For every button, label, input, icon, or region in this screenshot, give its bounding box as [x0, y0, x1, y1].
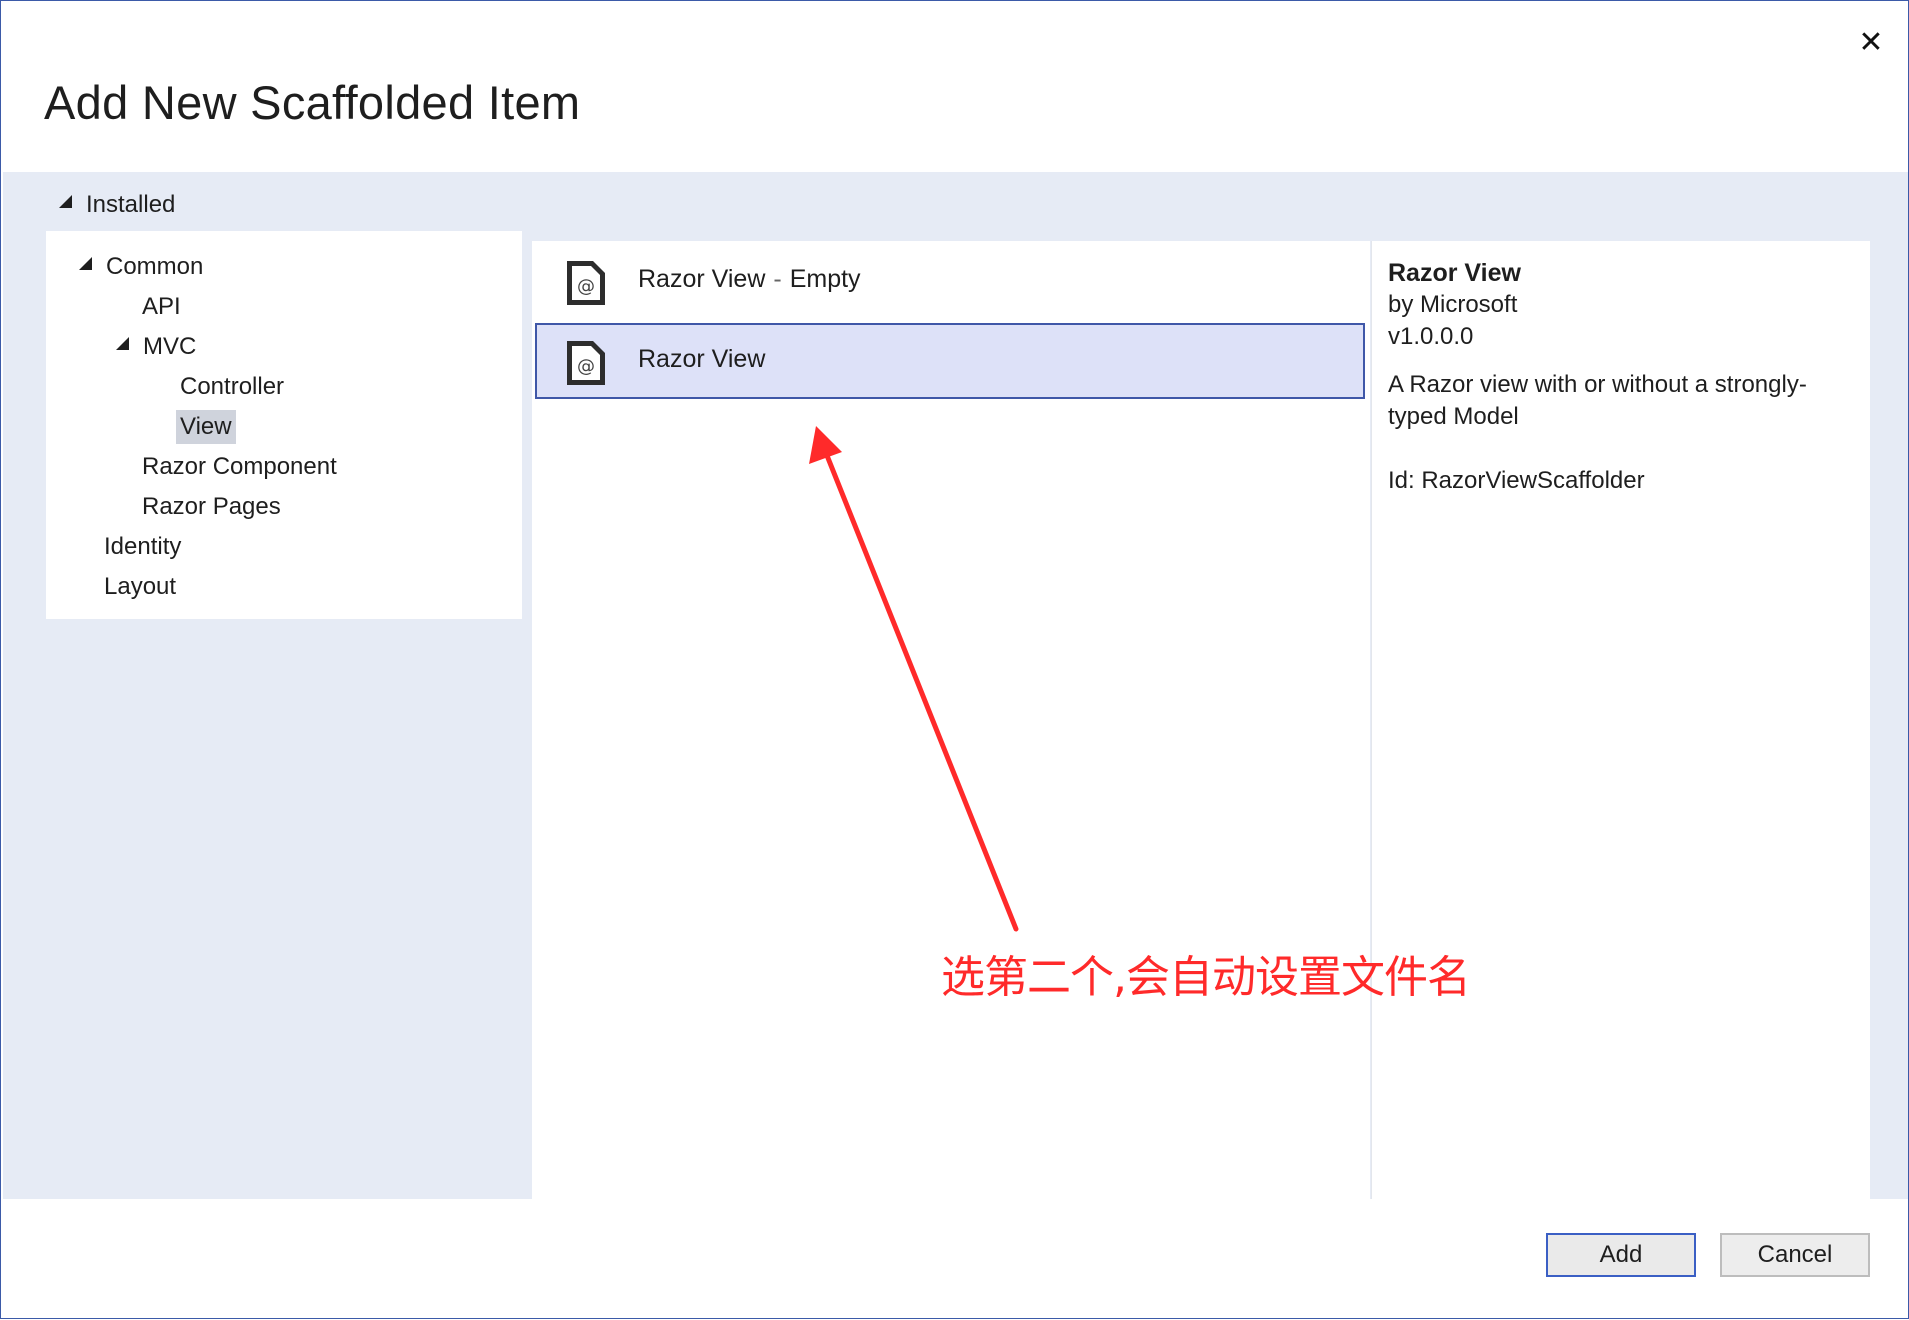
razor-file-icon: @ [567, 261, 605, 305]
details-title: Razor View [1388, 259, 1521, 287]
tree-item-layout[interactable]: Layout [100, 570, 180, 604]
list-item-label: Razor View - Empty [638, 265, 861, 294]
tree-item-controller[interactable]: Controller [176, 370, 288, 404]
tree-item-view[interactable]: View [176, 410, 236, 444]
details-author: by Microsoft [1388, 291, 1518, 318]
tree-item-razor-pages[interactable]: Razor Pages [138, 490, 285, 524]
tree-item-label: MVC [143, 333, 197, 360]
razor-file-icon: @ [567, 341, 605, 385]
separator: - [773, 265, 782, 293]
scaffolder-list: @ Razor View - Empty @ Razor View [532, 241, 1370, 1199]
details-version: v1.0.0.0 [1388, 323, 1474, 350]
list-item-razor-view-empty[interactable]: @ Razor View - Empty [535, 243, 1365, 319]
details-panel: Razor View by Microsoft v1.0.0.0 A Razor… [1371, 241, 1870, 1199]
dialog-title: Add New Scaffolded Item [44, 76, 581, 129]
svg-text:@: @ [577, 356, 595, 377]
details-description: A Razor view with or without a strongly-… [1388, 371, 1807, 430]
item-name: Razor View [638, 265, 766, 293]
tree-item-razor-component[interactable]: Razor Component [138, 450, 341, 484]
tree-item-common[interactable]: Common [75, 250, 207, 284]
annotation-text: 选第二个,会自动设置文件名 [941, 952, 1471, 1003]
scaffold-dialog: ✕ Add New Scaffolded Item Installed Comm… [0, 0, 1909, 1319]
list-item-label: Razor View [638, 345, 766, 373]
category-tree: Common API MVC Controller View Razor Com… [46, 231, 522, 619]
close-icon[interactable]: ✕ [1851, 23, 1891, 63]
item-suffix: Empty [789, 265, 861, 293]
svg-text:@: @ [577, 276, 595, 297]
expand-triangle-icon[interactable] [79, 257, 92, 271]
tree-root-label: Installed [86, 191, 176, 218]
list-item-razor-view[interactable]: @ Razor View [535, 323, 1365, 399]
expand-triangle-icon[interactable] [116, 337, 129, 351]
tree-root-installed[interactable]: Installed [59, 191, 175, 219]
expand-triangle-icon[interactable] [59, 195, 72, 209]
tree-item-identity[interactable]: Identity [100, 530, 185, 564]
tree-item-mvc[interactable]: MVC [112, 330, 200, 364]
details-id: Id: RazorViewScaffolder [1388, 467, 1645, 494]
cancel-button[interactable]: Cancel [1720, 1233, 1870, 1277]
tree-item-label: Common [106, 253, 204, 280]
add-button[interactable]: Add [1546, 1233, 1696, 1277]
tree-item-api[interactable]: API [138, 290, 185, 324]
